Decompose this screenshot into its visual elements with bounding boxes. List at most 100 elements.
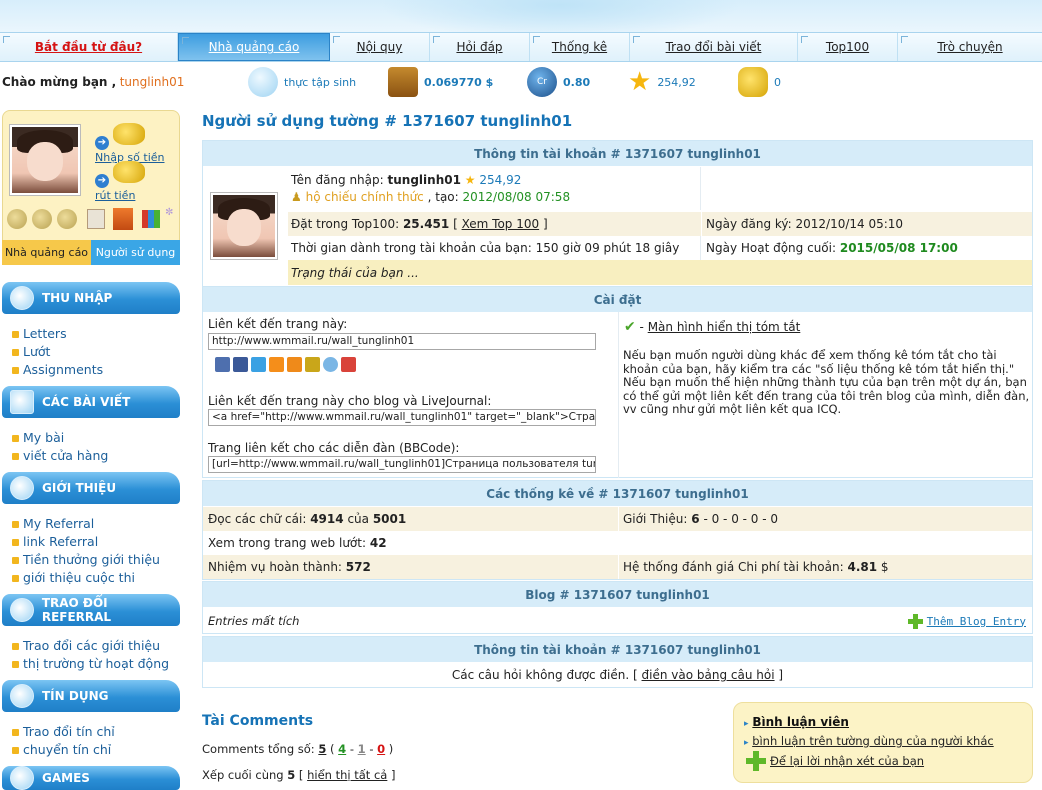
sidebar-item-letters[interactable]: Letters [12,325,103,343]
odnoklassniki-icon[interactable] [269,357,284,372]
fill-questionnaire-link[interactable]: điền vào bảng câu hỏi [642,668,775,682]
sidebar-section-referral-exchange[interactable]: TRAO ĐỔI REFERRAL [2,594,180,626]
b-icon[interactable] [215,357,230,372]
coins-icon [112,123,145,145]
profile-tabs: Nhà quảng cáo Người sử dụng [2,240,180,265]
stats-bar: Chào mừng bạn , tunglinh01 thực tập sinh… [0,64,1042,100]
blog-header: Blog # 1371607 tunglinh01 [203,582,1032,607]
facebook-icon[interactable] [233,357,248,372]
summary-toggle[interactable]: ✔ - Màn hình hiển thị tóm tắt [624,319,800,335]
status-field[interactable]: Trạng thái của bạn ... [288,260,1032,285]
nav-rules[interactable]: Nội quy [330,33,430,61]
summary-link[interactable]: Màn hình hiển thị tóm tắt [648,320,801,334]
username-link[interactable]: tunglinh01 [120,75,185,89]
questionnaire-table: Thông tin tài khoản # 1371607 tunglinh01… [202,636,1033,688]
credit-stat: Cr 0.80 [527,64,590,100]
sidebar-section-income[interactable]: THU NHẬP [2,282,180,314]
moi-mir-icon[interactable] [305,357,320,372]
share-icons [215,357,359,372]
medal-icon [7,209,27,229]
sidebar-item-my-referral[interactable]: My Referral [12,515,160,533]
top-banner [0,0,1042,32]
books-icon [113,208,133,230]
banner-glow [380,0,740,32]
sidebar-section-games[interactable]: GAMES [2,766,180,790]
summary-description: Nếu bạn muốn người dùng khác để xem thốn… [623,348,1030,416]
show-all-link[interactable]: hiển thị tất cả [307,768,387,782]
positive-comments-link[interactable]: 4 [338,742,346,756]
income-links: Letters Lướt Assignments [12,325,103,379]
sidebar-item-activity-market[interactable]: thị trường từ hoạt động [12,655,169,673]
leave-review-link[interactable]: Để lại lời nhận xét của bạn [770,754,924,768]
withdraw-link[interactable]: rút tiền [95,189,135,202]
sidebar-item-referral-bonus[interactable]: Tiền thưởng giới thiệu [12,551,160,569]
bbcode-field[interactable]: [url=http://www.wmmail.ru/wall_tunglinh0… [208,456,596,473]
passport-link[interactable]: hộ chiếu chính thức [306,190,424,204]
sidebar-item-referral-link[interactable]: link Referral [12,533,160,551]
nav-top100[interactable]: Top100 [798,33,898,61]
referral-links: My Referral link Referral Tiền thưởng gi… [12,515,160,587]
add-blog-entry[interactable]: Thêm Blog Entry [907,609,1026,633]
mail-icon[interactable] [287,357,302,372]
sidebar-item-credit-exchange[interactable]: Trao đổi tín chỉ [12,723,115,741]
tab-user[interactable]: Người sử dụng [91,240,180,265]
reviewer-link[interactable]: Bình luận viên [752,715,849,729]
comments-total-link[interactable]: 5 [318,742,326,756]
coins-icon [738,67,768,97]
balance-stat: 0.069770 $ [388,64,493,100]
tab-advertiser[interactable]: Nhà quảng cáo [2,240,91,265]
blog-table: Blog # 1371607 tunglinh01 Entries mất tí… [202,581,1033,634]
nav-advertiser[interactable]: Nhà quảng cáo [178,33,330,61]
livejournal-icon[interactable] [323,357,338,372]
account-cost-cell: Hệ thống đánh giá Chi phí tài khoản: 4.8… [619,555,1032,579]
time-spent-cell: Thời gian dành trong tài khoản của bạn: … [288,236,701,260]
review-box: ▸ Bình luận viên ▸ bình luận trên tường … [733,702,1033,783]
sidebar-item-my-articles[interactable]: My bài [12,429,108,447]
page-link-field[interactable]: http://www.wmmail.ru/wall_tunglinh01 [208,333,596,350]
blog-link-field[interactable]: <a href="http://www.wmmail.ru/wall_tungl… [208,409,596,426]
greeting: Chào mừng bạn , tunglinh01 [2,75,185,89]
plus-icon [746,751,766,771]
account-info-header-2: Thông tin tài khoản # 1371607 tunglinh01 [203,637,1032,662]
top100-cell: Đặt trong Top100: 25.451 [ Xem Top 100 ] [288,212,701,236]
main-nav: Bắt đầu từ đâu? Nhà quảng cáo Nội quy Hỏ… [0,32,1042,62]
credit-links: Trao đổi tín chỉ chuyển tín chỉ [12,723,115,759]
google-plus-icon[interactable] [341,357,356,372]
nav-stats[interactable]: Thống kê [530,33,630,61]
login-value: tunglinh01 [387,173,461,187]
sidebar-item-referral-trade[interactable]: Trao đổi các giới thiệu [12,637,169,655]
neutral-comments-link[interactable]: 1 [358,742,366,756]
medal-icon [32,209,52,229]
avatar[interactable] [10,125,80,195]
twitter-icon[interactable] [251,357,266,372]
sidebar-item-credit-transfer[interactable]: chuyển tín chỉ [12,741,115,759]
blog-label: Liên kết đến trang này cho blog và LiveJ… [208,394,492,408]
settings-table: Cài đặt Liên kết đến trang này: http://w… [202,286,1033,478]
sidebar-item-referral-contest[interactable]: giới thiệu cuộc thi [12,569,160,587]
other-walls-link[interactable]: bình luận trên tường dùng của người khác [752,734,994,748]
users-icon [10,476,34,500]
articles-links: My bài viết cửa hàng [12,429,108,465]
bullet-icon: ▸ [744,738,749,748]
medal-icon [57,209,77,229]
nav-faq[interactable]: Hỏi đáp [430,33,530,61]
sidebar-section-referral[interactable]: GIỚI THIỆU [2,472,180,504]
sidebar-item-assignments[interactable]: Assignments [12,361,103,379]
sidebar-item-surf[interactable]: Lướt [12,343,103,361]
coins-stat: 0 [738,64,781,100]
sidebar-section-articles[interactable]: CÁC BÀI VIẾT [2,386,180,418]
credit-icon: Cr [527,67,557,97]
negative-comments-link[interactable]: 0 [377,742,385,756]
sidebar-section-credit[interactable]: TÍN DỤNG [2,680,180,712]
document-icon [10,390,34,414]
leave-review-item[interactable]: Để lại lời nhận xét của bạn [746,751,924,771]
view-top100-link[interactable]: Xem Top 100 [462,217,540,231]
arrow-right-icon: ➔ [95,174,109,188]
nav-article-exchange[interactable]: Trao đổi bài viết [630,33,798,61]
link-label: Liên kết đến trang này: [208,317,348,331]
nav-chat[interactable]: Trò chuyện [898,33,1042,61]
settings-header: Cài đặt [203,287,1032,312]
nav-start[interactable]: Bắt đầu từ đâu? [0,33,178,61]
sidebar-item-article-store[interactable]: viết cửa hàng [12,447,108,465]
bbcode-label: Trang liên kết cho các diễn đàn (BBCode)… [208,441,460,455]
